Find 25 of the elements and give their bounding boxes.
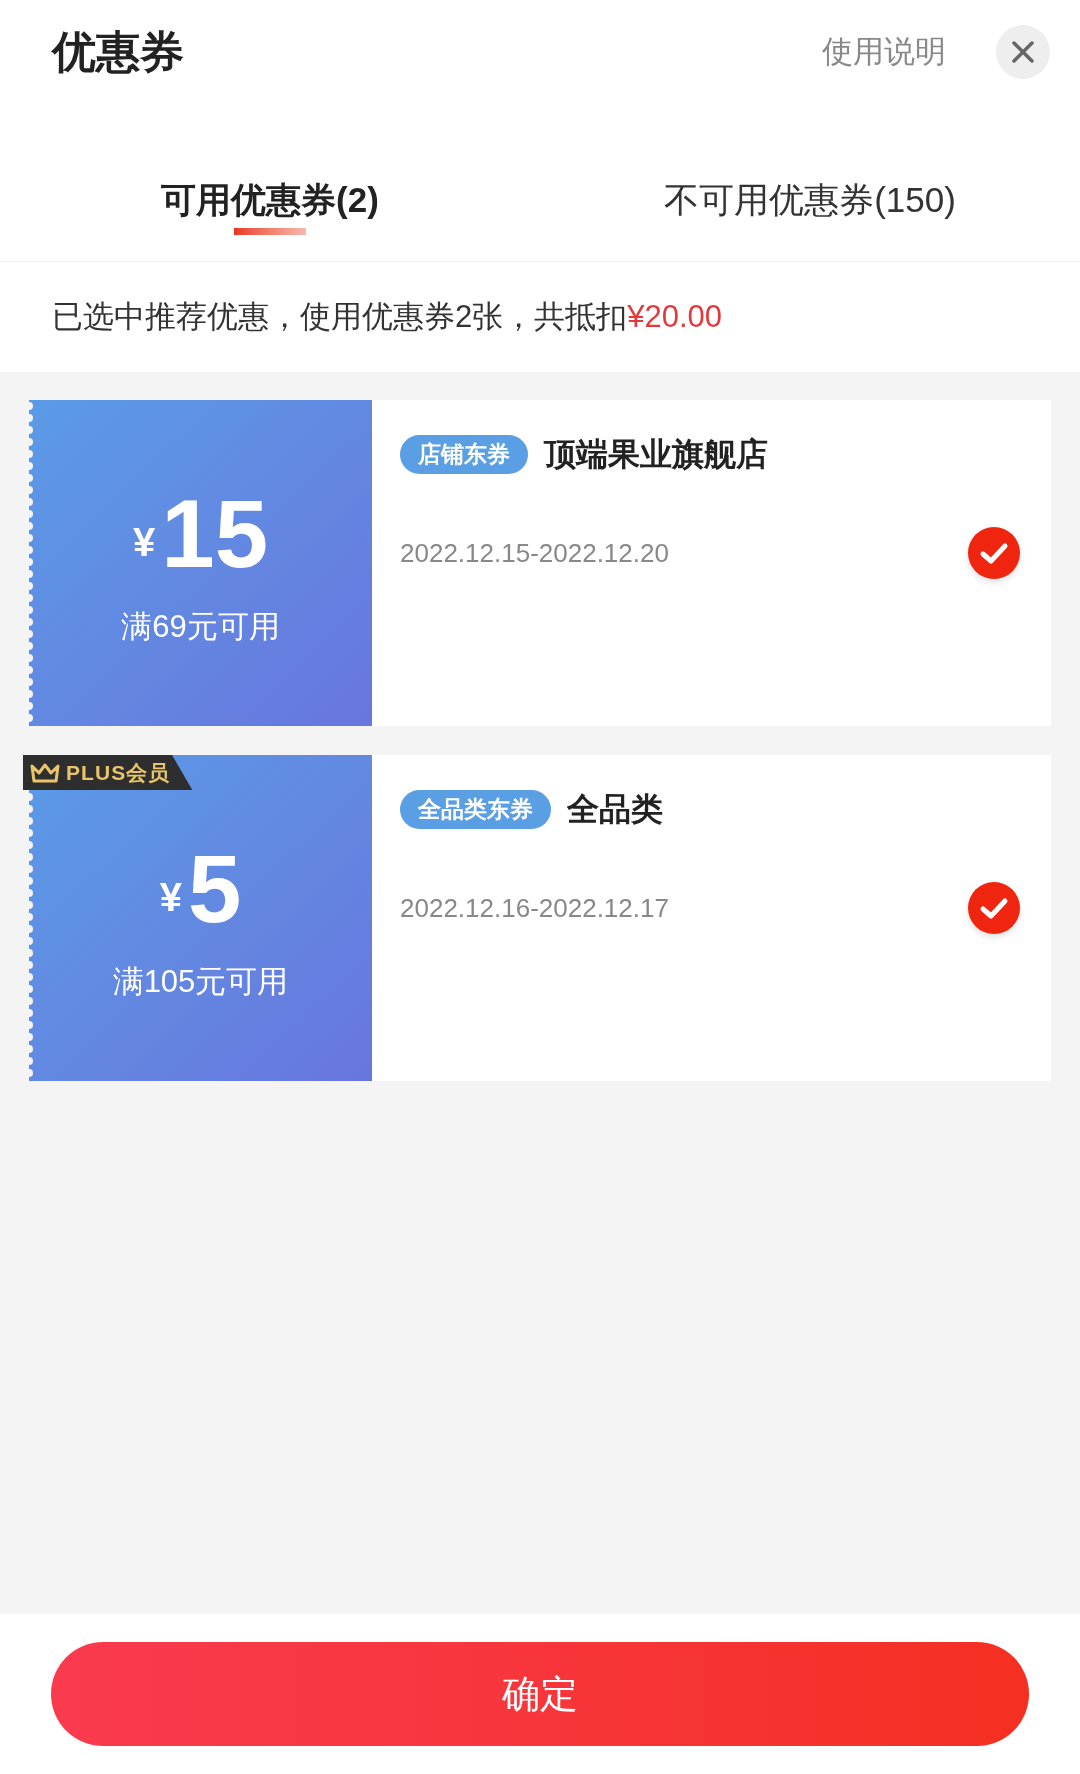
page-title: 优惠券 (52, 26, 184, 78)
coupon-condition: 满69元可用 (121, 607, 280, 646)
coupon-condition: 满105元可用 (112, 962, 289, 1001)
tab-underline (234, 228, 306, 235)
currency-symbol: ¥ (133, 518, 156, 566)
crown-icon (29, 761, 61, 784)
checkmark-icon[interactable] (967, 526, 1021, 580)
coupon-tag: 全品类东券 (400, 789, 551, 829)
tab[interactable]: 可用优惠券(2) (0, 104, 540, 261)
coupon-amount: 5 (187, 840, 242, 937)
coupon-name: 全品类 (567, 790, 663, 829)
coupon-tag: 店铺东券 (400, 434, 528, 474)
confirm-button[interactable]: 确定 (51, 1642, 1029, 1746)
currency-symbol: ¥ (159, 873, 182, 921)
validity-period: 2022.12.15-2022.12.20 (400, 536, 670, 570)
validity-period: 2022.12.16-2022.12.17 (400, 891, 670, 925)
tab[interactable]: 不可用优惠券(150) (540, 104, 1080, 261)
help-link[interactable]: 使用说明 (822, 28, 946, 76)
badge-text: PLUS会员 (66, 759, 171, 786)
coupon-amount: 15 (161, 485, 268, 582)
checkmark-icon[interactable] (967, 881, 1021, 935)
coupon-name: 顶端果业旗舰店 (544, 435, 768, 474)
close-icon (1011, 40, 1035, 64)
coupon-card[interactable]: ¥15 满69元可用 店铺东券 顶端果业旗舰店 2022.12.15-2022.12.20 (29, 400, 1051, 726)
summary-text: 已选中推荐优惠，使用优惠券2张，共抵扣¥20.00 (52, 297, 723, 336)
